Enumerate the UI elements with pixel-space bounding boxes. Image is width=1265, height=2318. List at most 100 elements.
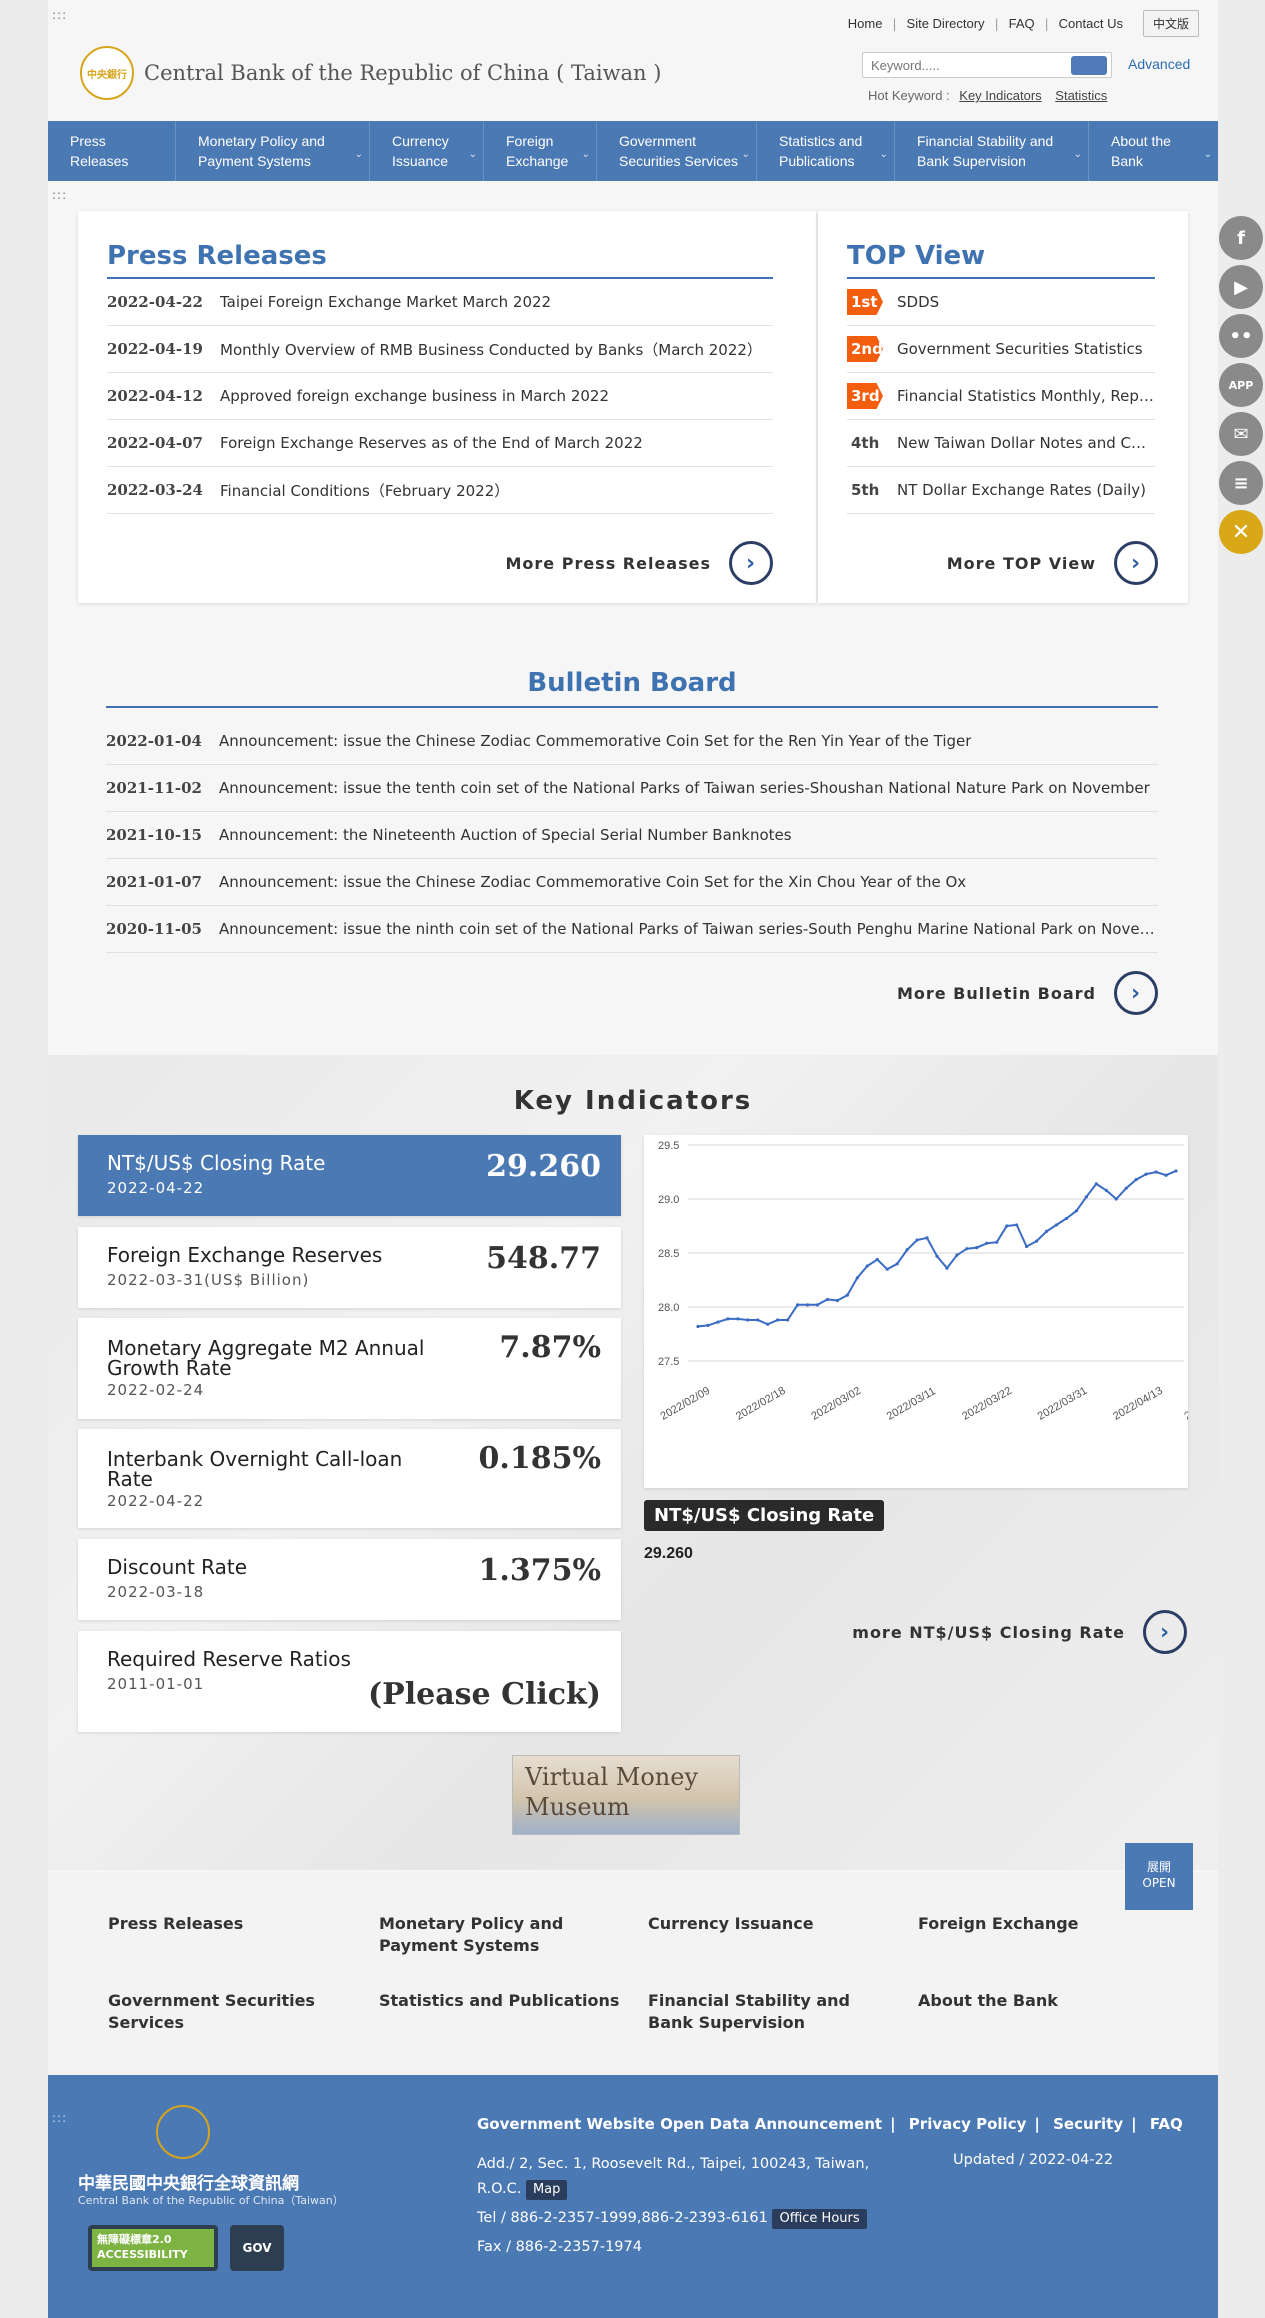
press-release-row[interactable]: 2022-04-22 Taipei Foreign Exchange Market… <box>107 279 773 326</box>
data-point[interactable] <box>995 1240 999 1244</box>
main-nav-item[interactable]: Currency Issuance ⌄ <box>370 121 484 181</box>
chinese-version-button[interactable]: 中文版 <box>1142 10 1199 37</box>
data-point[interactable] <box>895 1262 899 1266</box>
press-release-row[interactable]: 2022-04-07 Foreign Exchange Reserves as o… <box>107 420 773 467</box>
top-view-row[interactable]: 5th NT Dollar Exchange Rates (Daily) <box>847 467 1155 514</box>
main-nav-item[interactable]: Press Releases <box>48 121 176 181</box>
search-button[interactable] <box>1071 56 1107 75</box>
mail-icon[interactable]: ✉ <box>1219 412 1263 456</box>
open-data-link[interactable]: Government Website Open Data Announcemen… <box>477 2115 882 2133</box>
data-point[interactable] <box>1174 1169 1178 1173</box>
gov-badge[interactable]: GOV <box>230 2225 284 2271</box>
data-point[interactable] <box>716 1320 720 1324</box>
data-point[interactable] <box>786 1318 790 1322</box>
bank-logo[interactable]: 中央銀行 Central Bank of the Republic of Chi… <box>80 46 661 100</box>
data-point[interactable] <box>1034 1239 1039 1243</box>
main-nav-item[interactable]: Statistics and Publications ⌄ <box>757 121 895 181</box>
top-view-row[interactable]: 4th New Taiwan Dollar Notes and Coins <box>847 420 1155 467</box>
data-point[interactable] <box>845 1293 849 1297</box>
data-point[interactable] <box>905 1248 909 1252</box>
bulletin-row[interactable]: 2021-01-07 Announcement: issue the Chines… <box>106 859 1158 906</box>
accesskey-footer[interactable]: ::: <box>52 2111 67 2125</box>
accesskey-top[interactable]: ::: <box>52 8 67 22</box>
press-release-row[interactable]: 2022-03-24 Financial Conditions（February … <box>107 467 773 514</box>
data-point[interactable] <box>875 1257 879 1262</box>
data-point[interactable] <box>706 1323 710 1327</box>
data-point[interactable] <box>766 1322 770 1326</box>
bulletin-row[interactable]: 2021-10-15 Announcement: the Nineteenth A… <box>106 812 1158 859</box>
data-point[interactable] <box>746 1318 750 1322</box>
key-indicator-card[interactable]: Required Reserve Ratios 2011-01-01 (Please… <box>78 1631 621 1732</box>
key-indicator-card[interactable]: Discount Rate 2022-03-18 1.375% <box>78 1539 621 1620</box>
footer-sitemap-link[interactable]: Currency Issuance <box>648 1913 878 1935</box>
privacy-policy-link[interactable]: Privacy Policy <box>909 2115 1027 2133</box>
virtual-money-museum-banner[interactable]: Virtual Money Museum <box>512 1755 740 1835</box>
main-nav-item[interactable]: Financial Stability and Bank Supervision ⌄ <box>895 121 1089 181</box>
bulletin-row[interactable]: 2022-01-04 Announcement: issue the Chines… <box>106 718 1158 765</box>
data-point[interactable] <box>805 1303 810 1307</box>
data-point[interactable] <box>1054 1223 1059 1227</box>
data-point[interactable] <box>935 1254 939 1258</box>
press-release-row[interactable]: 2022-04-19 Monthly Overview of RMB Busine… <box>107 326 773 373</box>
bulletin-row[interactable]: 2020-11-05 Announcement: issue the ninth … <box>106 906 1158 953</box>
data-point[interactable] <box>855 1276 859 1280</box>
main-nav-item[interactable]: Government Securities Services ⌄ <box>597 121 757 181</box>
app-icon[interactable]: APP <box>1219 363 1263 407</box>
advanced-search-link[interactable]: Advanced <box>1128 56 1190 72</box>
data-point[interactable] <box>1094 1182 1098 1186</box>
data-point[interactable] <box>1084 1195 1088 1199</box>
data-point[interactable] <box>1015 1223 1019 1227</box>
home-link[interactable]: Home <box>838 16 893 31</box>
data-point[interactable] <box>1124 1186 1128 1190</box>
key-indicator-card[interactable]: Interbank Overnight Call-loan Rate 2022-0… <box>78 1429 621 1528</box>
site-directory-link[interactable]: Site Directory <box>897 16 995 31</box>
facebook-icon[interactable]: f <box>1219 216 1263 260</box>
data-point[interactable] <box>975 1246 979 1250</box>
data-point[interactable] <box>815 1303 820 1307</box>
data-point[interactable] <box>1025 1244 1029 1249</box>
data-point[interactable] <box>795 1303 800 1307</box>
accesskey-content[interactable]: ::: <box>52 188 67 202</box>
data-point[interactable] <box>985 1241 989 1245</box>
top-view-row[interactable]: 3rd Financial Statistics Monthly, Republi… <box>847 373 1155 420</box>
map-button[interactable]: Map <box>525 2180 568 2200</box>
footer-sitemap-link[interactable]: Government Securities Services <box>108 1990 338 2034</box>
security-link[interactable]: Security <box>1053 2115 1123 2133</box>
data-point[interactable] <box>1104 1188 1108 1192</box>
flickr-icon[interactable]: •• <box>1219 314 1263 358</box>
top-view-row[interactable]: 1st SDDS <box>847 279 1155 326</box>
faq-link[interactable]: FAQ <box>999 16 1045 31</box>
data-point[interactable] <box>1074 1209 1079 1213</box>
data-point[interactable] <box>955 1253 959 1257</box>
hot-keyword-statistics[interactable]: Statistics <box>1055 88 1107 103</box>
data-point[interactable] <box>865 1264 869 1268</box>
footer-sitemap-link[interactable]: Statistics and Publications <box>379 1990 629 2012</box>
footer-sitemap-link[interactable]: Financial Stability and Bank Supervision <box>648 1990 898 2034</box>
key-indicator-card[interactable]: Foreign Exchange Reserves 2022-03-31(US$ … <box>78 1227 621 1308</box>
accessibility-badge[interactable]: 無障礙標章2.0 ACCESSIBILITY <box>88 2225 218 2271</box>
data-point[interactable] <box>696 1324 700 1329</box>
data-point[interactable] <box>1144 1172 1148 1176</box>
press-release-row[interactable]: 2022-04-12 Approved foreign exchange busi… <box>107 373 773 420</box>
key-indicator-card[interactable]: Monetary Aggregate M2 Annual Growth Rate… <box>78 1318 621 1419</box>
data-point[interactable] <box>1114 1197 1118 1201</box>
data-point[interactable] <box>925 1236 929 1240</box>
footer-sitemap-link[interactable]: Press Releases <box>108 1913 338 1935</box>
more-top-view-link[interactable]: More TOP View › <box>947 541 1158 585</box>
bulletin-row[interactable]: 2021-11-02 Announcement: issue the tenth … <box>106 765 1158 812</box>
data-point[interactable] <box>776 1318 780 1322</box>
footer-sitemap-link[interactable]: Monetary Policy and Payment Systems <box>379 1913 629 1957</box>
data-point[interactable] <box>726 1317 730 1321</box>
data-point[interactable] <box>835 1298 840 1303</box>
search-input[interactable] <box>863 53 1063 77</box>
contact-us-link[interactable]: Contact Us <box>1049 16 1133 31</box>
more-bulletin-board-link[interactable]: More Bulletin Board › <box>897 971 1158 1015</box>
data-point[interactable] <box>1044 1229 1049 1233</box>
data-point[interactable] <box>1154 1170 1158 1174</box>
data-point[interactable] <box>1005 1224 1009 1228</box>
more-closing-rate-link[interactable]: more NT$/US$ Closing Rate › <box>852 1610 1187 1654</box>
data-point[interactable] <box>825 1297 830 1302</box>
rss-icon[interactable]: ≡ <box>1219 461 1263 505</box>
expand-open-button[interactable]: 展開 OPEN <box>1125 1843 1193 1910</box>
data-point[interactable] <box>1064 1216 1069 1221</box>
